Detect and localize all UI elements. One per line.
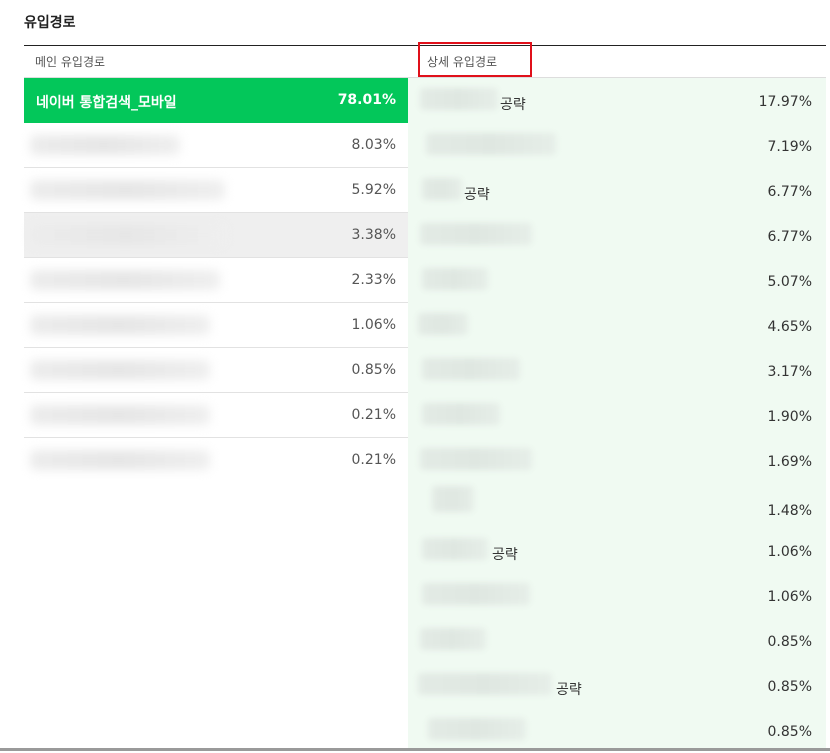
detail-row-pct: 0.85% bbox=[767, 679, 812, 695]
main-row-name: 네이버 통합검색_모바일 bbox=[36, 95, 177, 111]
redacted-name bbox=[30, 315, 210, 335]
detail-row-pct: 7.19% bbox=[767, 139, 812, 155]
main-row-pct: 0.21% bbox=[351, 452, 396, 468]
main-row-5[interactable]: 1.06% bbox=[24, 303, 408, 348]
main-row-pct: 1.06% bbox=[351, 317, 396, 333]
redacted-name bbox=[428, 718, 526, 740]
detail-row[interactable]: 3.17% bbox=[408, 348, 826, 393]
detail-row-pct: 0.85% bbox=[767, 634, 812, 650]
detail-row-pct: 17.97% bbox=[758, 94, 812, 110]
main-row-6[interactable]: 0.85% bbox=[24, 348, 408, 393]
redacted-name bbox=[420, 628, 486, 650]
main-referrer-list: 네이버 통합검색_모바일 78.01% 8.03% 5.92% 3.38% 2.… bbox=[24, 78, 416, 483]
redacted-name bbox=[422, 358, 520, 380]
main-row-2[interactable]: 5.92% bbox=[24, 168, 408, 213]
redacted-name bbox=[420, 448, 532, 470]
detail-row[interactable]: 1.06% bbox=[408, 573, 826, 618]
detail-row[interactable]: 1.69% bbox=[408, 438, 826, 483]
detail-row[interactable]: 공략 6.77% bbox=[408, 168, 826, 213]
main-row-pct: 2.33% bbox=[351, 272, 396, 288]
main-row-pct: 3.38% bbox=[351, 227, 396, 243]
detail-row-pct: 1.48% bbox=[767, 503, 812, 519]
detail-row-suffix: 공략 bbox=[556, 682, 582, 698]
redacted-name bbox=[420, 223, 532, 245]
detail-row-pct: 1.06% bbox=[767, 544, 812, 560]
redacted-name bbox=[422, 538, 488, 560]
redacted-name bbox=[30, 135, 180, 155]
redacted-name bbox=[30, 360, 210, 380]
main-row-pct: 8.03% bbox=[351, 137, 396, 153]
redacted-name bbox=[30, 450, 210, 470]
redacted-name bbox=[422, 583, 530, 605]
detail-row-pct: 0.85% bbox=[767, 724, 812, 740]
redacted-name bbox=[30, 225, 225, 245]
detail-row[interactable]: 0.85% bbox=[408, 618, 826, 663]
redacted-name bbox=[426, 133, 556, 155]
main-row-0[interactable]: 네이버 통합검색_모바일 78.01% bbox=[24, 78, 416, 123]
detail-row-suffix: 공략 bbox=[464, 187, 490, 203]
main-row-3[interactable]: 3.38% bbox=[24, 213, 408, 258]
detail-row[interactable]: 공략 17.97% bbox=[408, 78, 826, 123]
redacted-name bbox=[422, 268, 488, 290]
detail-row-suffix: 공략 bbox=[500, 97, 526, 113]
redacted-name bbox=[420, 88, 498, 110]
detail-row[interactable]: 5.07% bbox=[408, 258, 826, 303]
detail-row[interactable]: 공략 0.85% bbox=[408, 663, 826, 708]
redacted-name bbox=[418, 313, 468, 335]
detail-row[interactable]: 공략 1.06% bbox=[408, 528, 826, 573]
main-row-1[interactable]: 8.03% bbox=[24, 123, 408, 168]
detail-row-pct: 5.07% bbox=[767, 274, 812, 290]
section-title: 유입경로 bbox=[24, 15, 76, 31]
main-row-pct: 0.85% bbox=[351, 362, 396, 378]
detail-row-pct: 4.65% bbox=[767, 319, 812, 335]
detail-row-pct: 1.06% bbox=[767, 589, 812, 605]
redacted-name bbox=[30, 180, 225, 200]
column-header-main: 메인 유입경로 bbox=[35, 55, 106, 69]
main-row-pct: 78.01% bbox=[337, 92, 396, 108]
highlight-annotation-box bbox=[418, 42, 532, 77]
redacted-name bbox=[422, 403, 500, 425]
detail-row[interactable]: 1.90% bbox=[408, 393, 826, 438]
detail-row-pct: 1.69% bbox=[767, 454, 812, 470]
redacted-name bbox=[30, 270, 220, 290]
detail-row-pct: 6.77% bbox=[767, 184, 812, 200]
detail-row-pct: 1.90% bbox=[767, 409, 812, 425]
main-row-8[interactable]: 0.21% bbox=[24, 438, 408, 483]
redacted-name bbox=[418, 673, 552, 695]
detail-row[interactable]: 1.48% bbox=[408, 483, 826, 528]
detail-row[interactable]: 6.77% bbox=[408, 213, 826, 258]
detail-row-suffix: 공략 bbox=[492, 547, 518, 563]
detail-row-pct: 3.17% bbox=[767, 364, 812, 380]
detail-row[interactable]: 7.19% bbox=[408, 123, 826, 168]
redacted-name bbox=[30, 405, 210, 425]
redacted-name bbox=[432, 486, 474, 512]
main-row-7[interactable]: 0.21% bbox=[24, 393, 408, 438]
main-row-pct: 0.21% bbox=[351, 407, 396, 423]
detail-row[interactable]: 4.65% bbox=[408, 303, 826, 348]
main-row-4[interactable]: 2.33% bbox=[24, 258, 408, 303]
detail-row[interactable]: 0.85% bbox=[408, 708, 826, 753]
redacted-name bbox=[422, 178, 462, 200]
main-row-pct: 5.92% bbox=[351, 182, 396, 198]
detail-row-pct: 6.77% bbox=[767, 229, 812, 245]
detail-referrer-panel: 공략 17.97% 7.19% 공략 6.77% 6.77% 5.07% 4.6… bbox=[408, 78, 826, 748]
